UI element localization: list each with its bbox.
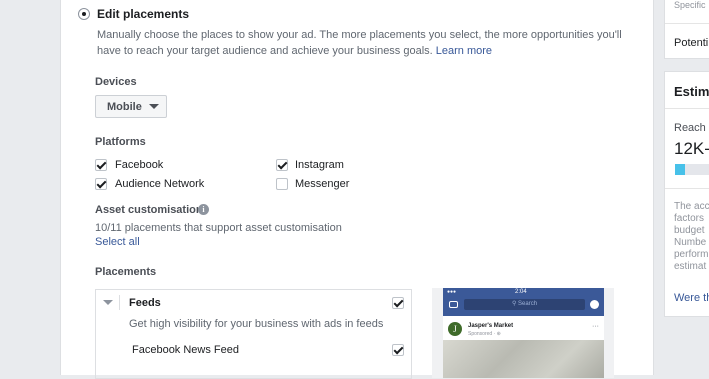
signal-icon: ●●● bbox=[447, 289, 457, 295]
reach-bar bbox=[675, 164, 709, 175]
facebook-top-bar: 2:04 ●●● ⚲ Search bbox=[443, 288, 604, 316]
desc-line: The acc bbox=[674, 201, 709, 212]
status-time: 2:04 bbox=[515, 289, 527, 295]
instagram-checkbox[interactable] bbox=[276, 159, 288, 171]
preview-search-text: Search bbox=[518, 301, 538, 307]
edit-placements-title: Edit placements bbox=[97, 7, 190, 21]
estimated-divider bbox=[665, 108, 709, 109]
desc-line: budget bbox=[674, 225, 705, 236]
estimated-title: Estima bbox=[674, 84, 709, 99]
audience-network-checkbox[interactable] bbox=[95, 178, 107, 190]
preview-page-name: Jasper's Market bbox=[468, 323, 514, 329]
messenger-label: Messenger bbox=[295, 178, 350, 190]
select-all-link[interactable]: Select all bbox=[95, 236, 140, 248]
sidebar-divider bbox=[665, 23, 709, 24]
learn-more-link[interactable]: Learn more bbox=[436, 45, 492, 57]
preview-search-bar: ⚲ Search bbox=[464, 299, 585, 310]
search-icon: ⚲ bbox=[511, 301, 517, 307]
asset-customisation-count: 10/11 placements that support asset cust… bbox=[95, 222, 342, 234]
instagram-label: Instagram bbox=[295, 159, 344, 171]
page-avatar: J bbox=[448, 322, 462, 336]
desc-line: factors bbox=[674, 213, 705, 224]
edit-placements-description: Manually choose the places to show your … bbox=[97, 27, 627, 59]
partial-row bbox=[132, 369, 202, 375]
messenger-checkbox[interactable] bbox=[276, 178, 288, 190]
devices-label: Devices bbox=[95, 76, 137, 88]
camera-icon bbox=[449, 301, 458, 308]
potential-text: Potenti bbox=[674, 37, 709, 49]
facebook-checkbox[interactable] bbox=[95, 159, 107, 171]
edit-placements-radio[interactable] bbox=[78, 8, 90, 20]
info-icon[interactable]: i bbox=[198, 204, 209, 215]
feeds-description: Get high visibility for your business wi… bbox=[129, 318, 384, 330]
devices-dropdown[interactable]: Mobile bbox=[95, 95, 167, 118]
audience-network-label: Audience Network bbox=[115, 178, 205, 190]
devices-selected: Mobile bbox=[107, 100, 142, 113]
preview-sponsored: Sponsored · ⊕ bbox=[468, 331, 501, 337]
desc-line: Numbe bbox=[674, 237, 707, 248]
reach-bar-fill bbox=[675, 164, 685, 175]
feeds-checkbox[interactable] bbox=[392, 297, 404, 309]
desc-line: perform bbox=[674, 249, 709, 260]
were-these-link[interactable]: Were th bbox=[674, 292, 709, 304]
asset-customisation-label: Asset customisation bbox=[95, 204, 203, 216]
facebook-news-feed-label: Facebook News Feed bbox=[132, 344, 239, 356]
reach-divider bbox=[665, 188, 709, 189]
feeds-group-title: Feeds bbox=[129, 297, 161, 309]
caret-down-icon bbox=[148, 104, 159, 109]
divider bbox=[119, 295, 120, 310]
reach-label: Reach ( bbox=[674, 122, 709, 134]
preview-image bbox=[443, 340, 604, 378]
estimate-description: The acc factors budget Numbe perform est… bbox=[674, 201, 709, 273]
placements-label: Placements bbox=[95, 266, 157, 278]
reach-value: 12K- bbox=[674, 139, 709, 158]
facebook-news-feed-checkbox[interactable] bbox=[392, 344, 404, 356]
platforms-label: Platforms bbox=[95, 136, 146, 148]
messenger-icon bbox=[590, 300, 599, 309]
edit-placements-desc-text: Manually choose the places to show your … bbox=[97, 29, 622, 57]
phone-preview-screen: 2:04 ●●● ⚲ Search J Jasper's Market Spon… bbox=[443, 288, 604, 378]
desc-line: estimat bbox=[674, 261, 707, 272]
facebook-label: Facebook bbox=[115, 159, 164, 171]
more-options-icon: ··· bbox=[592, 323, 599, 330]
specific-text: Specific bbox=[674, 0, 706, 10]
collapse-triangle-icon[interactable] bbox=[103, 300, 113, 305]
